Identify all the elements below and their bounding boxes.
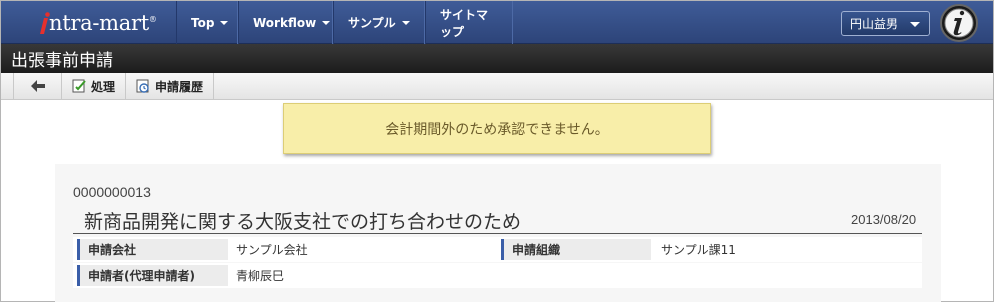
nav-item-workflow[interactable]: Workflow (238, 1, 333, 44)
history-button[interactable]: 申請履歴 (126, 73, 215, 99)
field-label-applicant: 申請者(代理申請者) (77, 265, 228, 286)
caret-down-icon (220, 20, 229, 25)
field-value-applicant: 青柳辰巳 (236, 269, 285, 283)
nav-item-label: サイトマップ (440, 7, 489, 39)
edit-document-icon (72, 79, 86, 93)
nav-item-label: Workflow (253, 15, 317, 30)
field-value-company: サンプル会社 (236, 243, 308, 257)
caret-down-icon (401, 20, 410, 25)
nav-menu: Top Workflow サンプル サイトマップ (176, 1, 513, 44)
caret-down-icon (910, 22, 920, 27)
logo-text: ntra-mart® (49, 11, 157, 35)
arrow-left-icon (30, 80, 45, 92)
user-name: 円山益男 (850, 17, 899, 31)
field-label-organization: 申請組織 (501, 239, 651, 260)
nav-item-sample[interactable]: サンプル (333, 1, 425, 44)
top-navbar: ntra-mart® Top Workflow サンプル サイトマップ 円山益男 (1, 1, 993, 44)
page-title: 出張事前申請 (1, 44, 993, 73)
title-divider (73, 233, 922, 234)
back-button[interactable] (13, 73, 62, 99)
info-icon[interactable] (935, 3, 983, 43)
history-icon (136, 79, 149, 93)
caret-down-icon (322, 20, 331, 25)
nav-item-label: サンプル (348, 16, 396, 30)
field-row: 申請会社 サンプル会社 申請組織 サンプル課11 (73, 237, 922, 262)
error-message: 会計期間外のため承認できません。 (283, 103, 711, 154)
process-button[interactable]: 処理 (62, 73, 127, 99)
document-date: 2013/08/20 (851, 212, 917, 227)
history-label: 申請履歴 (155, 79, 204, 94)
process-label: 処理 (91, 79, 116, 94)
nav-item-sitemap[interactable]: サイトマップ (425, 1, 513, 44)
nav-item-label: Top (191, 15, 215, 30)
nav-item-top[interactable]: Top (176, 1, 238, 44)
field-label-company: 申請会社 (77, 239, 228, 260)
field-value-organization: サンプル課11 (661, 243, 736, 257)
toolbar: 処理 申請履歴 (1, 73, 993, 100)
logo[interactable]: ntra-mart® (11, 5, 171, 39)
field-row: 申請者(代理申請者) 青柳辰巳 (73, 263, 922, 288)
document-title: 新商品開発に関する大阪支社での打ち合わせのため (84, 211, 522, 233)
document-number: 0000000013 (73, 184, 151, 200)
user-menu-button[interactable]: 円山益男 (841, 11, 930, 36)
